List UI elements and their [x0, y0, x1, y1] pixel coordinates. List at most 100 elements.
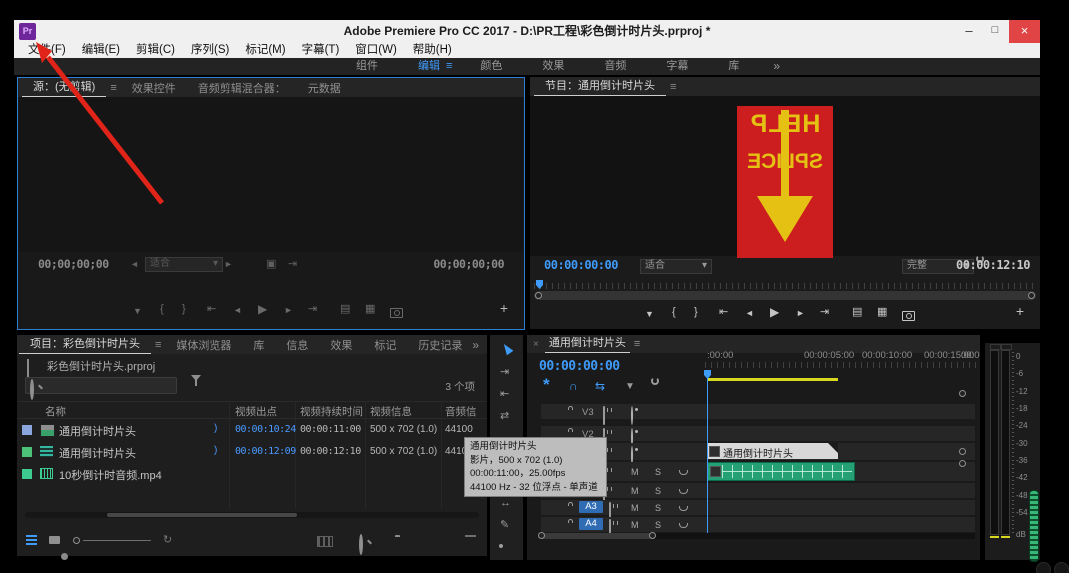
program-mini-ruler[interactable]: [534, 283, 1036, 289]
vscroll-handle[interactable]: [959, 460, 966, 467]
filter-bin-icon[interactable]: [191, 375, 201, 398]
extract-button[interactable]: ▦: [877, 305, 887, 319]
program-zoom-scrollbar[interactable]: [534, 291, 1036, 300]
play-button[interactable]: ▶: [770, 305, 779, 319]
step-forward-button[interactable]: ►: [284, 303, 293, 317]
linked-selection-icon[interactable]: ⇆: [595, 379, 605, 393]
project-hscrollbar[interactable]: [25, 512, 479, 518]
snap-magnet-icon[interactable]: ∩: [569, 379, 578, 393]
program-add-button[interactable]: +: [1016, 304, 1024, 318]
table-row[interactable]: 通用倒计时片头 ) 00:00:12:09 00:00:12:10 500 x …: [17, 441, 487, 463]
tab-effects[interactable]: 效果: [319, 337, 363, 353]
audio-clip[interactable]: [707, 462, 855, 481]
track-v3[interactable]: V3: [541, 404, 975, 425]
row-video-out[interactable]: 00:00:12:09: [235, 446, 296, 457]
tab-media-browser[interactable]: 媒体浏览器: [165, 337, 242, 353]
track-a3[interactable]: A3 M S: [541, 500, 975, 521]
ripple-edit-tool[interactable]: ⇤: [500, 387, 509, 401]
step-back-button[interactable]: ◄: [745, 306, 754, 320]
row-name[interactable]: 10秒倒计时音频.mp4: [59, 467, 162, 483]
menu-item-edit[interactable]: 编辑(E): [74, 44, 128, 56]
menu-item-clip[interactable]: 剪辑(C): [128, 44, 183, 56]
list-view-button[interactable]: [26, 535, 37, 545]
goto-out-button[interactable]: ⇥: [820, 305, 829, 319]
table-row[interactable]: 通用倒计时片头 ) 00:00:10:24 00:00:11:00 500 x …: [17, 419, 487, 441]
row-name[interactable]: 通用倒计时片头: [59, 445, 136, 461]
overwrite-button[interactable]: ▦: [365, 302, 375, 316]
column-video-out[interactable]: 视频出点: [235, 404, 277, 419]
automate-to-sequence-icon[interactable]: ↻: [163, 533, 172, 547]
insert-button[interactable]: ▤: [340, 302, 350, 316]
vscroll-handle[interactable]: [959, 448, 966, 455]
menu-item-help[interactable]: 帮助(H): [405, 44, 460, 56]
track-label[interactable]: V3: [582, 407, 594, 418]
add-marker-button[interactable]: ▼: [645, 307, 654, 321]
column-video-info[interactable]: 视频信息: [370, 404, 412, 419]
solo-button[interactable]: S: [655, 486, 661, 496]
track-label[interactable]: A3: [579, 501, 603, 513]
menu-item-file[interactable]: 文件(F): [20, 44, 74, 56]
restore-button[interactable]: □: [982, 20, 1008, 43]
goto-out-button[interactable]: ⇥: [308, 302, 317, 316]
tab-libraries[interactable]: 库: [242, 337, 275, 353]
workspace-overflow-icon[interactable]: »: [759, 58, 794, 75]
track-select-tool[interactable]: ⇥: [500, 365, 509, 379]
rolling-edit-tool[interactable]: ⇄: [500, 409, 509, 423]
tab-sequence[interactable]: 通用倒计时片头: [544, 335, 630, 353]
source-add-button[interactable]: +: [500, 301, 508, 315]
menu-item-window[interactable]: 窗口(W): [347, 44, 405, 56]
mark-out-button[interactable]: }: [182, 302, 186, 316]
minimize-button[interactable]: –: [956, 20, 982, 43]
column-video-duration[interactable]: 视频持续时间: [300, 404, 363, 419]
scrollbar-right-handle[interactable]: [1028, 292, 1035, 299]
video-clip[interactable]: 通用倒计时片头: [707, 443, 838, 460]
table-row[interactable]: 10秒倒计时音频.mp4: [17, 463, 487, 485]
row-video-out[interactable]: 00:00:10:24: [235, 424, 296, 435]
source-assign-icon[interactable]: [603, 406, 605, 425]
tab-history[interactable]: 历史记录: [407, 337, 473, 353]
scrollbar-left-handle[interactable]: [535, 292, 542, 299]
panel-menu-icon[interactable]: ≡: [110, 82, 116, 94]
source-zoom-select[interactable]: 适合 ▾: [145, 257, 223, 272]
panel-menu-icon[interactable]: ≡: [634, 338, 640, 350]
scrollbar-thumb[interactable]: [107, 513, 297, 517]
tab-program[interactable]: 节目：通用倒计时片头: [534, 78, 666, 96]
workspace-tab-assembly[interactable]: 组件: [336, 58, 398, 75]
column-name[interactable]: 名称: [45, 404, 66, 419]
workspace-tab-titles[interactable]: 字幕: [646, 58, 708, 75]
program-zoom-select[interactable]: 适合 ▾: [640, 259, 712, 274]
step-forward-button[interactable]: ►: [796, 306, 805, 320]
label-color-swatch[interactable]: [22, 469, 32, 479]
menu-item-sequence[interactable]: 序列(S): [183, 44, 237, 56]
tab-source[interactable]: 源：(无剪辑): [22, 79, 107, 97]
scrollbar-left-handle[interactable]: [538, 532, 545, 539]
add-marker-button[interactable]: ▼: [133, 304, 142, 318]
track-a4[interactable]: A4 M S: [541, 517, 975, 538]
goto-in-button[interactable]: ⇤: [207, 302, 216, 316]
solo-button[interactable]: S: [655, 503, 661, 513]
mute-button[interactable]: M: [631, 520, 639, 530]
work-area-bar[interactable]: [707, 378, 838, 381]
workspace-menu-icon[interactable]: ≡: [446, 58, 460, 75]
mute-button[interactable]: M: [631, 503, 639, 513]
workspace-tab-effects[interactable]: 效果: [522, 58, 584, 75]
column-audio-info[interactable]: 音频信: [445, 404, 477, 419]
lift-button[interactable]: ▤: [852, 305, 862, 319]
search-input[interactable]: [25, 377, 177, 400]
track-label[interactable]: A4: [579, 518, 603, 530]
tab-audio-clip-mixer[interactable]: 音频剪辑混合器：: [187, 80, 297, 96]
source-prev-button[interactable]: ◄: [130, 257, 139, 271]
workspace-tab-color[interactable]: 颜色: [460, 58, 522, 75]
menu-item-title[interactable]: 字幕(T): [294, 44, 348, 56]
tab-effect-controls[interactable]: 效果控件: [121, 80, 187, 96]
workspace-tab-editing[interactable]: 编辑: [398, 58, 446, 75]
source-insert-icon[interactable]: ⇥: [288, 257, 297, 271]
play-button[interactable]: ▶: [258, 302, 267, 316]
export-frame-button[interactable]: [902, 311, 915, 321]
solo-button[interactable]: S: [655, 520, 661, 530]
timeline-hscrollbar[interactable]: [541, 533, 975, 539]
slide-tool[interactable]: ↔: [500, 496, 511, 510]
project-file-name[interactable]: 彩色倒计时片头.prproj: [47, 358, 155, 374]
label-color-swatch[interactable]: [22, 447, 32, 457]
vscroll-handle[interactable]: [959, 390, 966, 397]
